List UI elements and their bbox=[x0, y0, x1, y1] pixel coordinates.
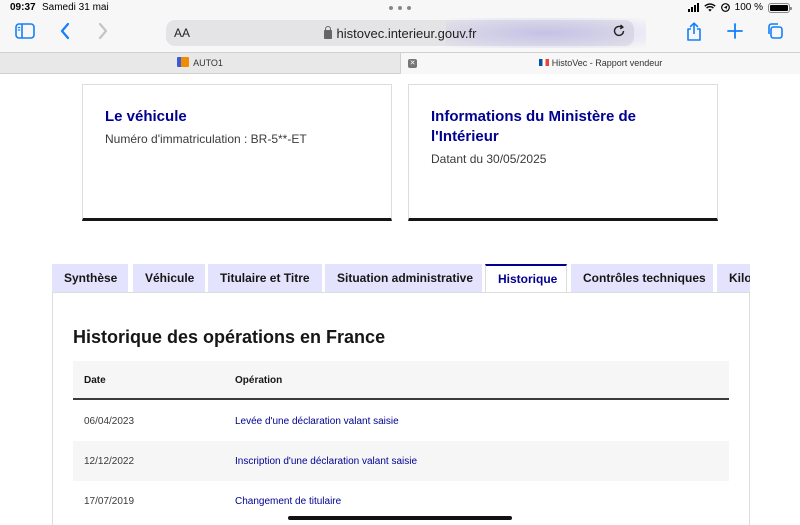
row-date: 12/12/2022 bbox=[84, 456, 135, 467]
table-header: Date Opération bbox=[73, 361, 729, 400]
tab-controles-techniques[interactable]: Contrôles techniques bbox=[571, 264, 713, 293]
status-date: Samedi 31 mai bbox=[42, 2, 109, 13]
column-header-operation: Opération bbox=[235, 375, 283, 386]
registration-number: Numéro d'immatriculation : BR-5**-ET bbox=[105, 132, 307, 146]
status-bar: 09:37 Samedi 31 mai 100 % bbox=[0, 0, 800, 16]
location-icon bbox=[720, 3, 730, 12]
table-row: 12/12/2022 Inscription d'une déclaration… bbox=[73, 441, 729, 481]
tab-historique[interactable]: Historique bbox=[485, 264, 567, 293]
data-date: Datant du 30/05/2025 bbox=[431, 152, 547, 166]
ministry-card: Informations du Ministère de l'Intérieur… bbox=[408, 84, 718, 221]
battery-percent: 100 % bbox=[734, 2, 763, 13]
tabs-overview-icon[interactable] bbox=[764, 22, 786, 44]
ministry-card-title: Informations du Ministère de l'Intérieur bbox=[431, 108, 637, 145]
tab-kilometrage[interactable]: Kilo bbox=[717, 264, 750, 293]
table-row: 06/04/2023 Levée d'une déclaration valan… bbox=[73, 401, 729, 441]
vehicle-card: Le véhicule Numéro d'immatriculation : B… bbox=[82, 84, 392, 221]
tab-vehicule[interactable]: Véhicule bbox=[133, 264, 205, 293]
browser-tabs: AUTO1 ✕ HistoVec - Rapport vendeur bbox=[0, 52, 800, 74]
row-operation: Changement de titulaire bbox=[235, 496, 342, 507]
browser-tab-title: AUTO1 bbox=[193, 58, 223, 68]
reload-icon[interactable] bbox=[612, 24, 626, 41]
battery-icon bbox=[768, 2, 792, 13]
auto1-favicon-icon bbox=[177, 57, 190, 67]
multitasking-dots[interactable] bbox=[389, 6, 411, 10]
history-panel: Historique des opérations en France Date… bbox=[52, 292, 750, 525]
address-bar[interactable]: AA histovec.interieur.gouv.fr bbox=[166, 18, 646, 48]
tab-synthese[interactable]: Synthèse bbox=[52, 264, 128, 293]
status-icons: 100 % bbox=[687, 2, 792, 13]
status-time: 09:37 bbox=[10, 2, 36, 13]
close-tab-icon[interactable]: ✕ bbox=[408, 59, 417, 68]
cellular-signal-icon bbox=[687, 3, 699, 12]
row-operation: Levée d'une déclaration valant saisie bbox=[235, 416, 399, 427]
history-title: Historique des opérations en France bbox=[73, 327, 386, 347]
new-tab-icon[interactable] bbox=[724, 22, 746, 44]
section-tabs: Synthèse Véhicule Titulaire et Titre Sit… bbox=[52, 264, 750, 293]
lock-icon bbox=[323, 26, 332, 39]
tab-titulaire[interactable]: Titulaire et Titre bbox=[208, 264, 322, 293]
row-date: 06/04/2023 bbox=[84, 416, 135, 427]
row-operation: Inscription d'une déclaration valant sai… bbox=[235, 456, 418, 467]
url-text: histovec.interieur.gouv.fr bbox=[336, 26, 477, 41]
browser-tab-title: HistoVec - Rapport vendeur bbox=[551, 58, 663, 68]
home-indicator[interactable] bbox=[288, 516, 512, 520]
browser-tab-auto1[interactable]: AUTO1 bbox=[0, 53, 400, 74]
vehicle-card-title: Le véhicule bbox=[105, 108, 187, 125]
forward-icon[interactable] bbox=[92, 22, 114, 44]
french-flag-icon bbox=[538, 59, 549, 66]
sidebar-icon[interactable] bbox=[14, 22, 36, 44]
back-icon[interactable] bbox=[54, 22, 76, 44]
table-row: 17/07/2019 Changement de titulaire bbox=[73, 481, 729, 521]
tab-situation-administrative[interactable]: Situation administrative bbox=[325, 264, 482, 293]
column-header-date: Date bbox=[84, 375, 106, 386]
share-icon[interactable] bbox=[683, 22, 705, 44]
browser-tab-histovec[interactable]: ✕ HistoVec - Rapport vendeur bbox=[400, 53, 800, 74]
row-date: 17/07/2019 bbox=[84, 496, 135, 507]
wifi-icon bbox=[703, 3, 716, 12]
browser-toolbar: AA histovec.interieur.gouv.fr bbox=[0, 16, 800, 52]
